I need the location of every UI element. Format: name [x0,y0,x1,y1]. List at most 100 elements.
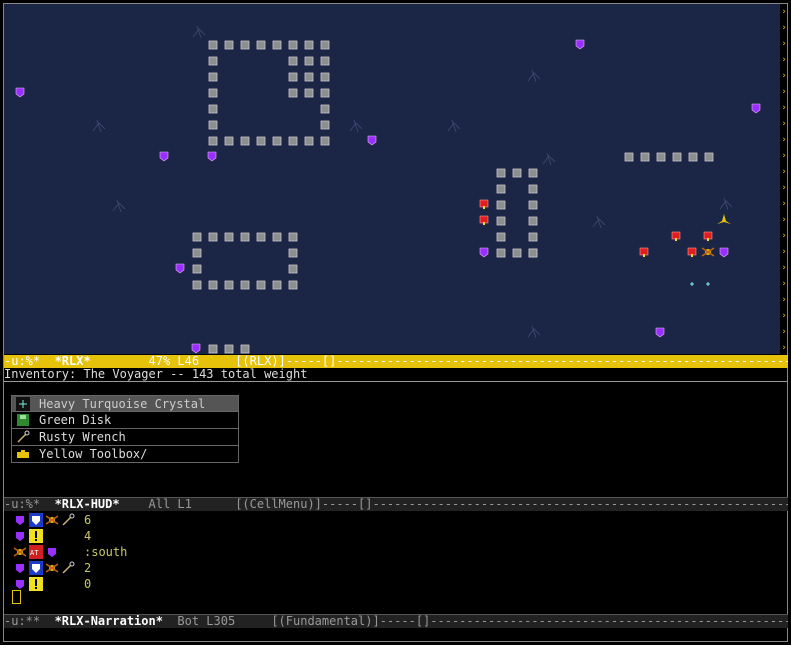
wall-block [272,136,282,146]
wall-block [288,280,298,290]
modeline-narration-rest: Bot L305 [(Fundamental)]-----[]---------… [177,614,788,628]
hud-row-value: 4 [84,529,92,543]
fringe-arrow-icon: › [781,151,787,161]
wall-block [624,152,634,162]
hud-row-value: :south [84,545,128,559]
modeline-hud-buffer-name: *RLX-HUD* [54,497,120,511]
wrench-icon[interactable] [60,560,76,576]
gem-icon[interactable] [12,512,28,528]
wall-block [528,200,538,210]
wall-block [208,280,218,290]
fringe-arrow-icon: › [781,215,787,225]
wall-block [288,56,298,66]
toolbox-icon [15,446,31,462]
wall-block [288,264,298,274]
shield-icon[interactable] [28,560,44,576]
at-icon[interactable]: AT [28,544,44,560]
robot-icon[interactable] [12,544,28,560]
hud-row[interactable]: 0 [12,576,127,592]
wall-block [272,280,282,290]
svg-text:AT: AT [30,549,39,557]
hud-empty-cell[interactable] [60,528,76,544]
wall-block [304,56,314,66]
wall-block [512,248,522,258]
fringe-arrow-icon: › [781,263,787,273]
wall-block [528,168,538,178]
hud-empty-cell[interactable] [44,576,60,592]
hud-row[interactable]: 6 [12,512,127,528]
wall-block [224,40,234,50]
robot-icon[interactable] [44,512,60,528]
wall-block [320,72,330,82]
wall-block [224,232,234,242]
fringe-arrow-icon: › [781,295,787,305]
hud-empty-cell[interactable] [44,528,60,544]
wall-block [240,344,250,354]
wall-block [240,40,250,50]
wall-block [528,248,538,258]
wall-block [208,136,218,146]
game-map[interactable] [4,4,780,354]
wrench-icon [15,429,31,445]
alert-icon[interactable] [28,528,44,544]
modeline-narration-buffer-name: *RLX-Narration* [54,614,163,628]
alert-icon[interactable] [28,576,44,592]
fringe-arrow-icon: › [781,23,787,33]
wall-block [320,120,330,130]
modeline-narration[interactable]: -u:** *RLX-Narration* Bot L305 [(Fundame… [4,614,788,628]
fringe-arrow-icon: › [781,247,787,257]
wall-block [208,40,218,50]
hud-panel[interactable]: 6 4 AT :south 2 0 [12,512,127,592]
wall-block [208,120,218,130]
inventory-item[interactable]: Rusty Wrench [11,429,239,446]
inventory-item[interactable]: Yellow Toolbox/ [11,446,239,463]
fringe-arrow-icon: › [781,55,787,65]
modeline-hud[interactable]: -u:%* *RLX-HUD* All L1 [(CellMenu)]-----… [4,497,788,511]
wrench-icon[interactable] [60,512,76,528]
wall-block [320,104,330,114]
gem-icon[interactable] [44,544,60,560]
gem-icon[interactable] [12,528,28,544]
hud-row[interactable]: 2 [12,560,127,576]
hud-row-value: 0 [84,577,92,591]
modeline-hud-prefix: -u:%* [4,497,55,511]
wall-block [192,264,202,274]
wall-block [304,72,314,82]
wall-block [496,248,506,258]
hud-empty-cell[interactable] [60,576,76,592]
robot-icon[interactable] [44,560,60,576]
wall-block [288,40,298,50]
wall-block [208,56,218,66]
wall-block [288,248,298,258]
hud-row[interactable]: 4 [12,528,127,544]
wall-block [224,280,234,290]
wall-block [192,280,202,290]
wall-block [288,88,298,98]
inventory-menu[interactable]: Heavy Turquoise Crystal Green Disk Rusty W… [11,395,239,463]
inventory-item-label: Green Disk [39,413,112,427]
wall-block [256,40,266,50]
text-cursor [12,590,21,604]
hud-row[interactable]: AT :south [12,544,127,560]
wall-block [304,88,314,98]
fringe-arrow-icon: › [781,135,787,145]
wall-block [192,248,202,258]
hud-row-value: 6 [84,513,92,527]
wall-block [240,136,250,146]
wall-block [688,152,698,162]
hud-empty-cell[interactable] [60,544,76,560]
echo-area: Inventory: The Voyager -- 143 total weig… [4,368,788,382]
disk-icon [15,412,31,428]
wall-block [528,232,538,242]
wall-block [496,168,506,178]
inventory-item[interactable]: Green Disk [11,412,239,429]
gem-icon[interactable] [12,560,28,576]
wall-block [320,56,330,66]
shield-icon[interactable] [28,512,44,528]
inventory-item[interactable]: Heavy Turquoise Crystal [11,395,239,412]
hud-row-value: 2 [84,561,92,575]
wall-block [496,232,506,242]
fringe-arrow-icon: › [781,183,787,193]
wall-block [240,232,250,242]
fringe-arrow-icon: › [781,103,787,113]
